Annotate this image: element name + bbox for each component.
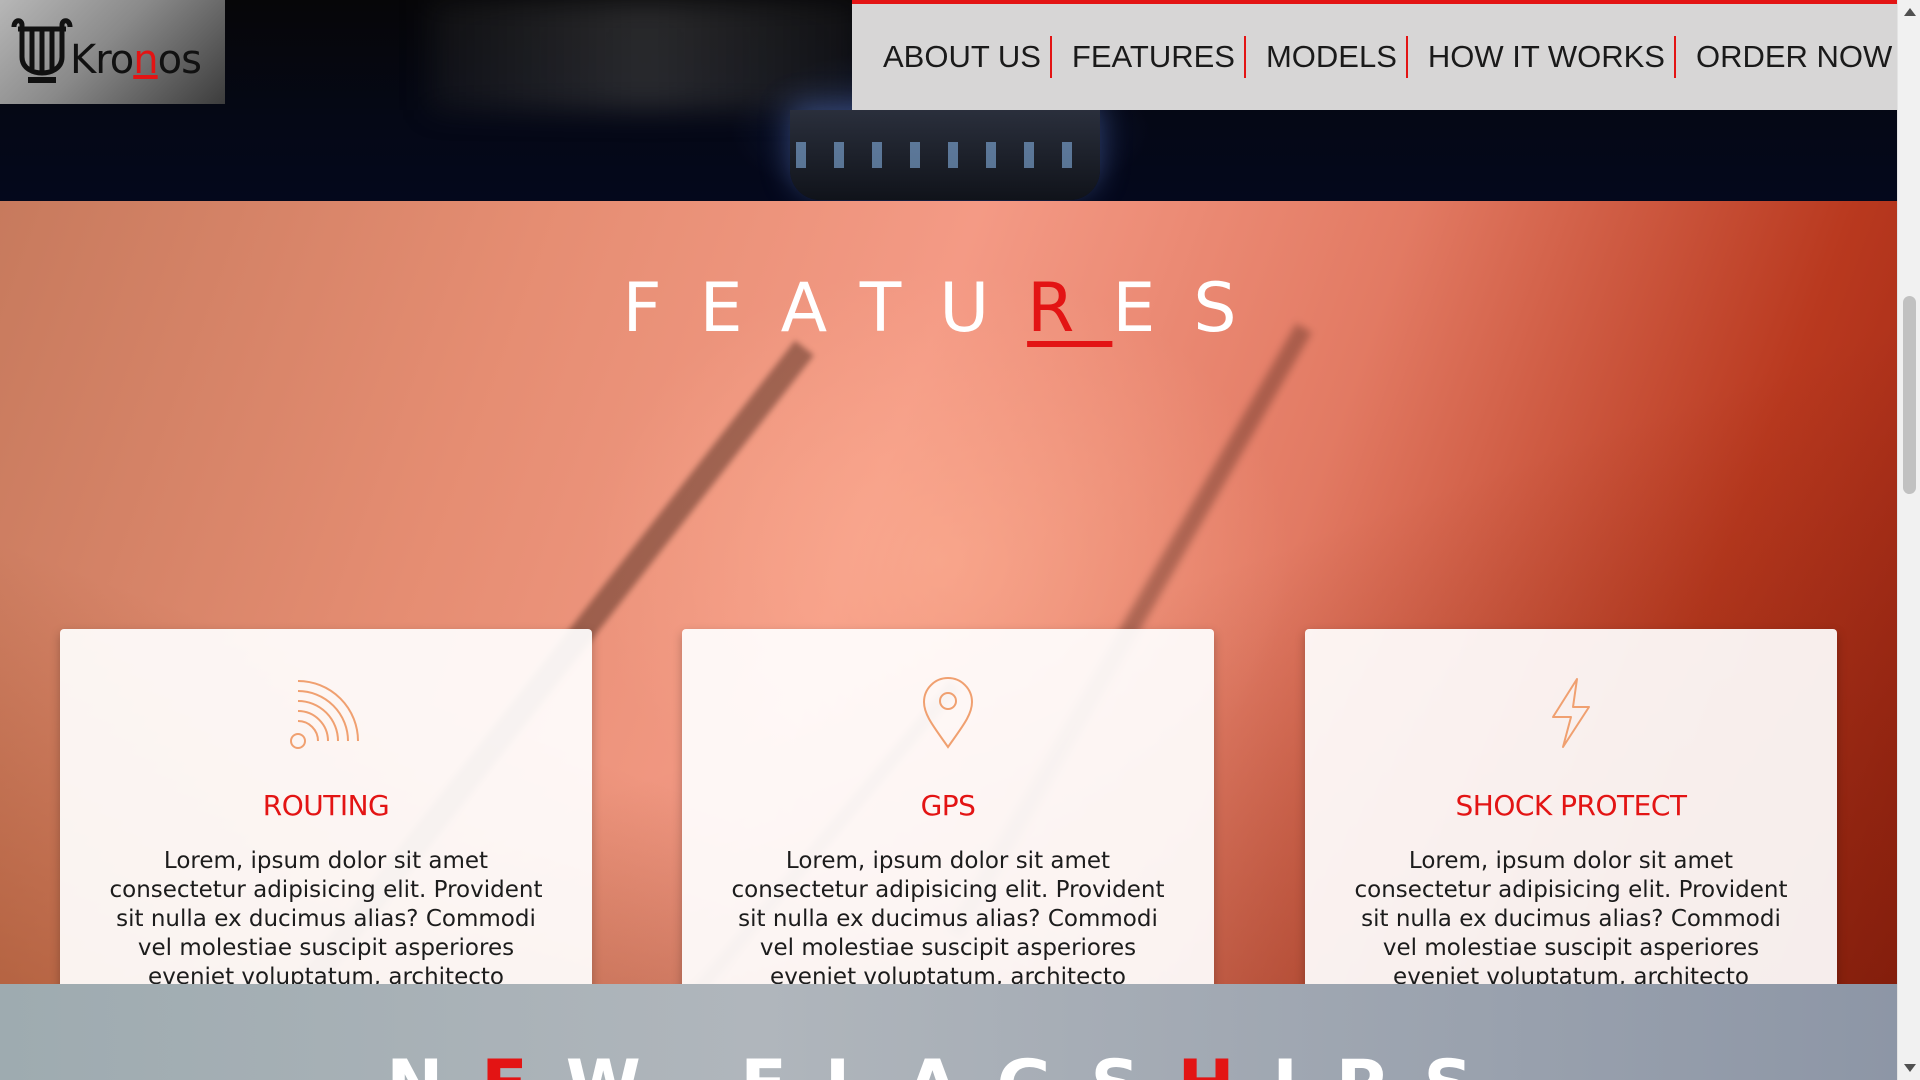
page: Kronos ABOUT US FEATURES MODELS HOW IT W… [0, 0, 1897, 1080]
lyre-logo-icon [11, 18, 73, 83]
scroll-up-arrow-icon[interactable] [1904, 8, 1916, 16]
hero-device-lights [796, 142, 1096, 168]
feature-card-title: SHOCK PROTECT [1455, 789, 1687, 822]
scroll-down-arrow-icon[interactable] [1904, 1064, 1916, 1072]
nav-item-how-it-works[interactable]: HOW IT WORKS [1419, 36, 1676, 78]
lightning-bolt-icon [1552, 678, 1590, 748]
map-pin-icon [922, 677, 974, 749]
main-navigation: ABOUT US FEATURES MODELS HOW IT WORKS OR… [852, 0, 1897, 110]
logo-wordmark: Kronos [70, 37, 202, 83]
feature-card-text: Lorem, ipsum dolor sit amet consectetur … [109, 848, 543, 984]
scrollbar-thumb[interactable] [1903, 296, 1916, 494]
feature-card-title: ROUTING [262, 789, 390, 822]
features-heading: FEATURES [622, 269, 1275, 348]
feature-card-shock-protect: SHOCK PROTECT Lorem, ipsum dolor sit ame… [1305, 629, 1837, 984]
feature-card-text: Lorem, ipsum dolor sit amet consectetur … [731, 848, 1165, 984]
feature-card-text: Lorem, ipsum dolor sit amet consectetur … [1354, 848, 1788, 984]
features-section: FEATURES ROUTING Lorem, ipsum dolor sit … [0, 201, 1897, 984]
flagships-section: NEW FLAGSHIPS [0, 984, 1897, 1080]
vertical-scrollbar[interactable] [1897, 0, 1920, 1080]
site-logo[interactable]: Kronos [0, 0, 225, 104]
hero-blurred-text [430, 0, 860, 110]
wifi-signal-icon [290, 680, 359, 749]
flagships-heading: NEW FLAGSHIPS [0, 1046, 1897, 1080]
feature-card-title: GPS [920, 789, 976, 822]
feature-card-routing: ROUTING Lorem, ipsum dolor sit amet cons… [60, 629, 592, 984]
nav-item-features[interactable]: FEATURES [1063, 36, 1246, 78]
nav-item-order-now[interactable]: ORDER NOW [1687, 36, 1897, 78]
nav-item-about-us[interactable]: ABOUT US [874, 36, 1052, 78]
feature-card-gps: GPS Lorem, ipsum dolor sit amet consecte… [682, 629, 1214, 984]
nav-item-models[interactable]: MODELS [1257, 36, 1408, 78]
